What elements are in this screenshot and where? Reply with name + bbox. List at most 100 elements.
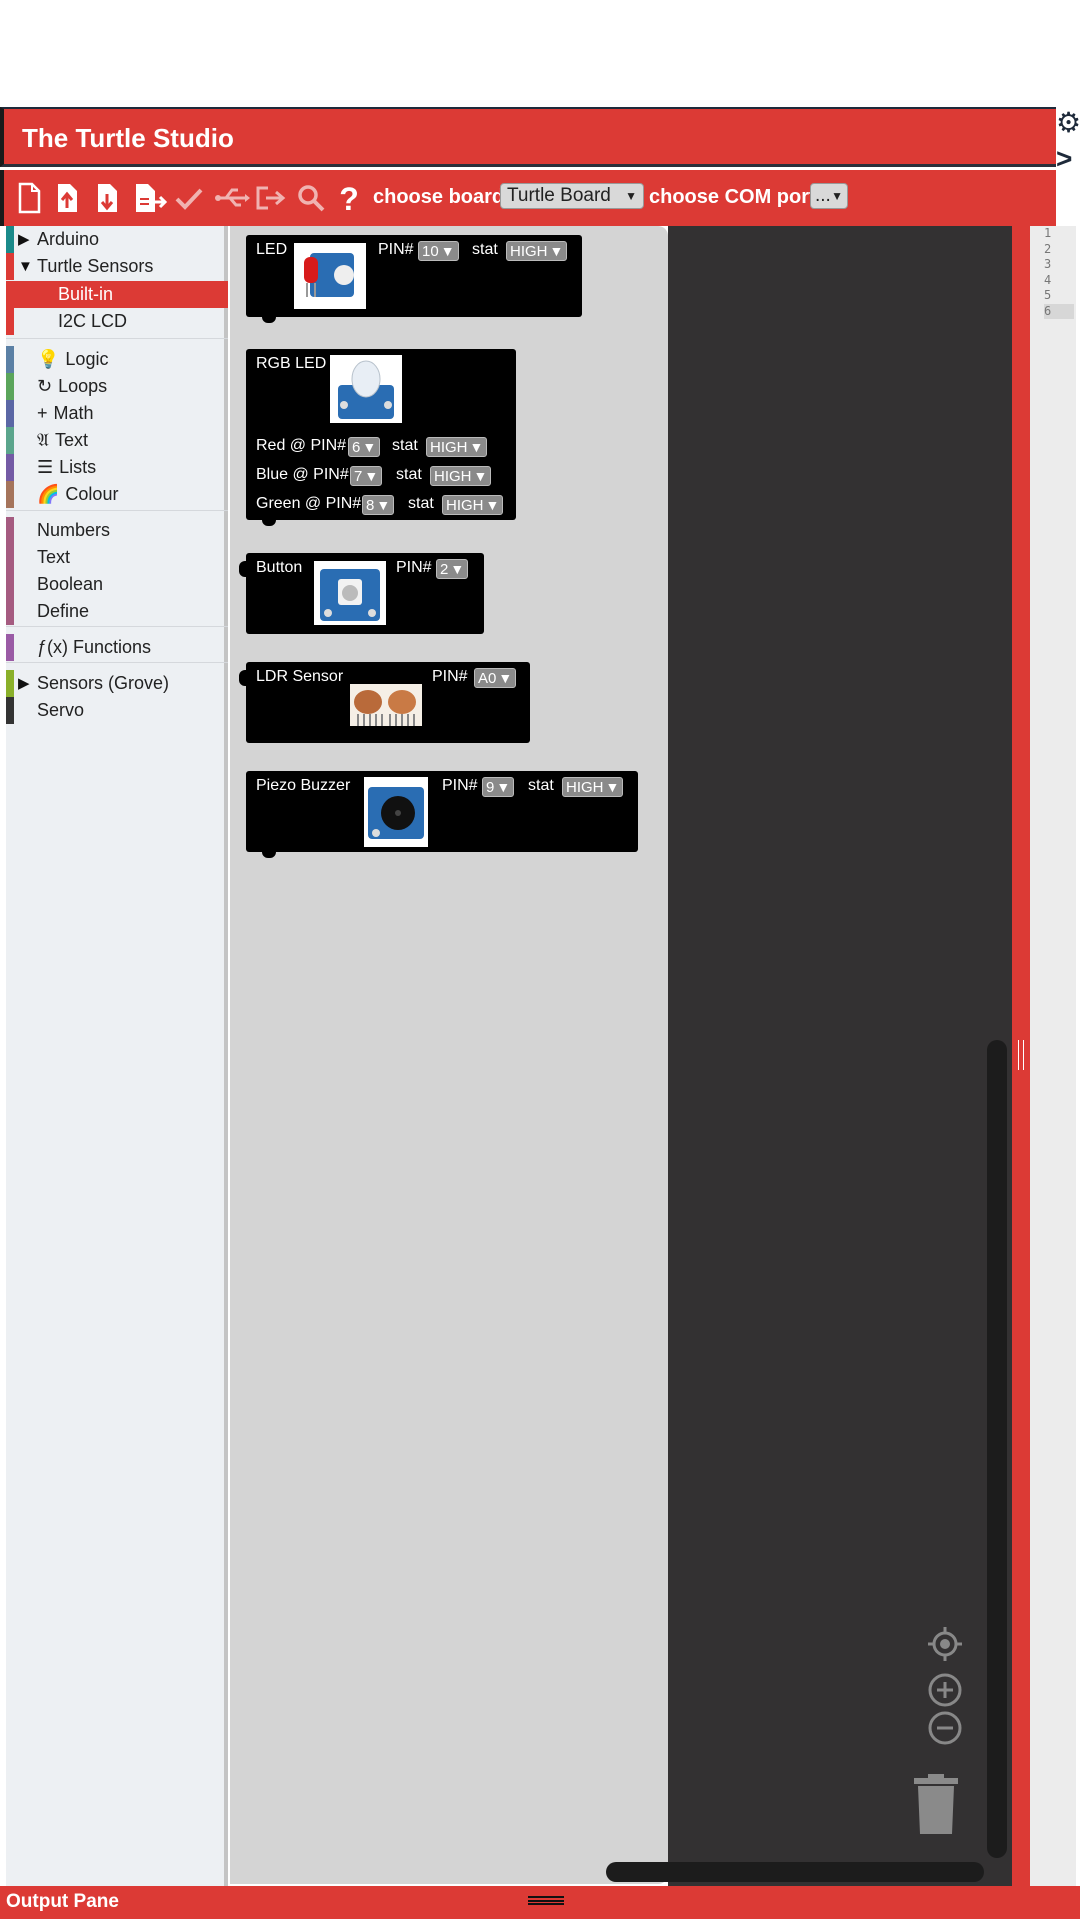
category-color-swatch xyxy=(6,308,14,335)
piezo-buzzer-block[interactable]: Piezo Buzzer PIN# 9 ▼ stat HIGH ▼ xyxy=(246,771,638,858)
dropdown-caret-icon: ▼ xyxy=(469,439,484,455)
collapse-triangle-icon[interactable]: ▼ xyxy=(18,253,33,280)
output-resize-handle[interactable] xyxy=(528,1896,564,1905)
rgb-green-stat-label: stat xyxy=(408,495,434,512)
toolbox-item-define[interactable]: Define xyxy=(6,598,228,625)
toolbox-item-built-in[interactable]: Built-in xyxy=(6,281,228,308)
led-block-title: LED xyxy=(256,241,288,258)
search-icon[interactable] xyxy=(296,182,326,214)
expand-triangle-icon[interactable]: ▶ xyxy=(18,226,30,253)
choose-board-label: choose board xyxy=(373,186,505,208)
rgb-led-module-image xyxy=(330,355,402,423)
buzzer-pin-dropdown[interactable]: 9 ▼ xyxy=(482,777,515,797)
button-pin-value: 2 xyxy=(440,561,449,578)
rgb-red-label: Red @ PIN# xyxy=(256,437,347,454)
recenter-icon[interactable] xyxy=(925,1624,965,1664)
turtle-studio-app: The Turtle Studio ⚙ > ? choose board Tur… xyxy=(0,0,1080,1919)
dropdown-caret-icon: ▼ xyxy=(450,561,465,577)
toolbox-item-boolean[interactable]: Boolean xyxy=(6,571,228,598)
buzzer-stat-dropdown[interactable]: HIGH ▼ xyxy=(562,777,624,797)
button-block[interactable]: Button PIN# 2 ▼ xyxy=(239,553,484,634)
toolbox-item-colour[interactable]: 🌈 Colour xyxy=(6,481,228,508)
category-color-swatch xyxy=(6,634,14,661)
toolbox-item-logic[interactable]: 💡 Logic xyxy=(6,346,228,373)
toolbox-item-numbers[interactable]: Numbers xyxy=(6,517,228,544)
led-pin-value: 10 xyxy=(422,243,439,260)
main-toolbar: ? choose board Turtle Board ▼ choose COM… xyxy=(0,170,1056,226)
led-module-image xyxy=(294,243,366,309)
toolbox-item-label: ↻ Loops xyxy=(37,373,107,400)
toolbox-item-text: Loops xyxy=(58,376,108,396)
button-block-title: Button xyxy=(256,559,303,576)
toolbox-separator xyxy=(6,662,228,663)
ldr-sensor-block[interactable]: LDR Sensor PIN# A0 ▼ xyxy=(239,662,530,743)
ldr-pin-dropdown[interactable]: A0 ▼ xyxy=(474,668,517,688)
led-stat-label: stat xyxy=(472,241,498,258)
led-block[interactable]: LED PIN# 10 ▼ stat HIGH ▼ xyxy=(246,235,582,323)
led-pin-label: PIN# xyxy=(378,241,414,258)
toolbox-item-servo[interactable]: Servo xyxy=(6,697,228,724)
rgb-red-stat-label: stat xyxy=(392,437,418,454)
save-file-icon[interactable] xyxy=(92,182,122,214)
upload-icon[interactable] xyxy=(254,182,288,214)
toolbox-item-i2c-lcd[interactable]: I2C LCD xyxy=(6,308,228,335)
toolbox-item-lists[interactable]: ☰ Lists xyxy=(6,454,228,481)
output-pane-bar[interactable]: Output Pane xyxy=(0,1886,1080,1919)
toolbox-item-math[interactable]: + Math xyxy=(6,400,228,427)
open-file-icon[interactable] xyxy=(52,182,82,214)
rgb-led-block[interactable]: RGB LED Red @ PIN# 6 ▼ stat HIGH ▼ Blue @ … xyxy=(246,349,516,526)
toolbox-item-turtle-sensors[interactable]: ▼ Turtle Sensors xyxy=(6,253,228,280)
code-gutter xyxy=(1030,226,1076,1886)
rgb-blue-pin-dropdown[interactable]: 7 ▼ xyxy=(350,466,383,486)
led-pin-dropdown[interactable]: 10 ▼ xyxy=(418,241,459,261)
toolbox-item-text: I2C LCD xyxy=(58,311,128,331)
category-icon: 💡 xyxy=(37,349,60,369)
rgb-red-stat-dropdown[interactable]: HIGH ▼ xyxy=(426,437,488,457)
toolbox-item-text[interactable]: Text xyxy=(6,544,228,571)
dropdown-caret-icon: ▼ xyxy=(549,243,564,259)
category-color-swatch xyxy=(6,517,14,544)
dropdown-caret-icon: ▼ xyxy=(364,468,379,484)
workspace-horizontal-scrollbar[interactable] xyxy=(606,1862,984,1882)
zoom-out-icon[interactable] xyxy=(925,1708,965,1748)
terminal-prompt-icon[interactable]: > xyxy=(1056,144,1080,174)
category-color-swatch xyxy=(6,346,14,373)
settings-gear-icon[interactable]: ⚙ xyxy=(1056,108,1080,138)
line-number: 5 xyxy=(1044,288,1052,302)
rgb-led-block-title: RGB LED xyxy=(256,355,327,372)
button-module-image xyxy=(314,561,386,625)
com-port-value: ... xyxy=(815,185,831,206)
workspace-vertical-scrollbar[interactable] xyxy=(987,1040,1007,1858)
toolbox-item-text[interactable]: 𝔄 Text xyxy=(6,427,228,454)
rgb-red-pin-dropdown[interactable]: 6 ▼ xyxy=(348,437,381,457)
usb-icon[interactable] xyxy=(214,182,250,214)
toolbox-item-x-functions[interactable]: ƒ(x) Functions xyxy=(6,634,228,661)
toolbox-item-arduino[interactable]: ▶ Arduino xyxy=(6,226,228,253)
rgb-blue-stat-dropdown[interactable]: HIGH ▼ xyxy=(430,466,492,486)
com-port-select[interactable]: ... ▼ xyxy=(810,183,848,209)
toolbox-item-sensors-grove[interactable]: ▶ Sensors (Grove) xyxy=(6,670,228,697)
rgb-blue-stat-value: HIGH xyxy=(434,468,472,485)
choose-com-port-label: choose COM port xyxy=(649,186,816,208)
rgb-green-stat-dropdown[interactable]: HIGH ▼ xyxy=(442,495,504,515)
toolbox-item-label: ☰ Lists xyxy=(37,454,96,481)
toolbox-item-label: ƒ(x) Functions xyxy=(37,634,151,661)
category-color-swatch xyxy=(6,427,14,454)
expand-triangle-icon[interactable]: ▶ xyxy=(18,670,30,697)
trash-icon[interactable] xyxy=(912,1774,960,1836)
zoom-in-icon[interactable] xyxy=(925,1670,965,1710)
toolbox-item-text: Lists xyxy=(59,457,97,477)
toolbox-item-label: I2C LCD xyxy=(58,308,127,335)
divider-drag-handle[interactable] xyxy=(1018,1040,1024,1070)
board-select[interactable]: Turtle Board ▼ xyxy=(500,183,644,209)
toolbox-item-loops[interactable]: ↻ Loops xyxy=(6,373,228,400)
rgb-green-pin-dropdown[interactable]: 8 ▼ xyxy=(362,495,395,515)
led-stat-dropdown[interactable]: HIGH ▼ xyxy=(506,241,568,261)
category-color-swatch xyxy=(6,454,14,481)
save-as-icon[interactable] xyxy=(132,182,168,214)
verify-icon[interactable] xyxy=(174,182,204,214)
app-header: The Turtle Studio xyxy=(0,107,1056,167)
new-file-icon[interactable] xyxy=(14,182,44,214)
help-icon[interactable]: ? xyxy=(334,181,364,217)
button-pin-dropdown[interactable]: 2 ▼ xyxy=(436,559,469,579)
